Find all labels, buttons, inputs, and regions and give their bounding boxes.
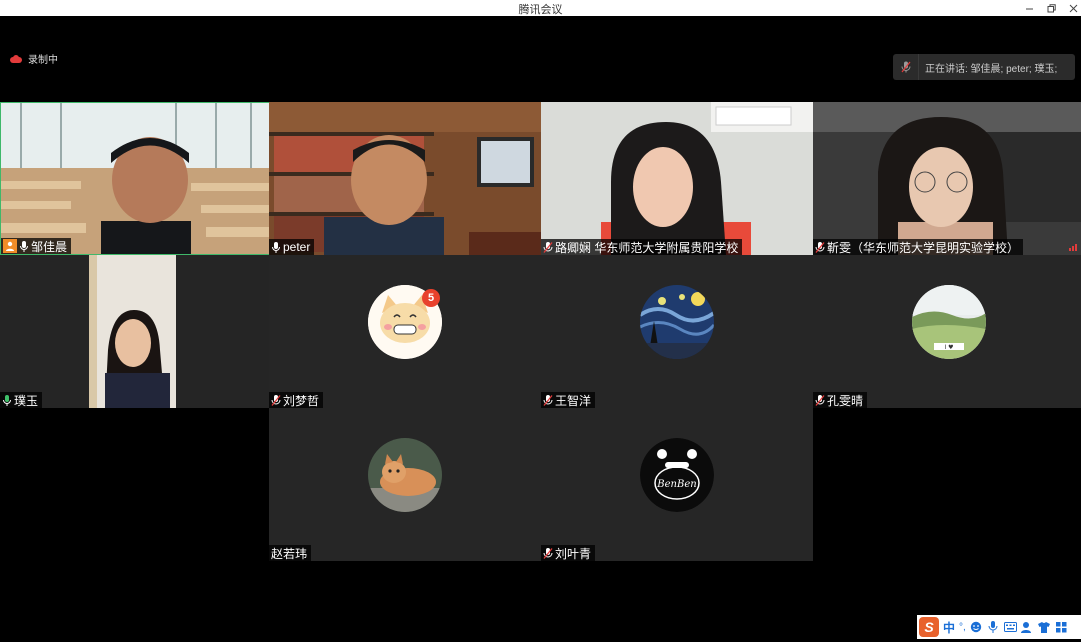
cat-photo-avatar (368, 438, 442, 512)
minimize-icon[interactable] (1018, 0, 1040, 16)
user-icon[interactable] (1021, 621, 1034, 633)
emoji-icon[interactable] (970, 621, 983, 633)
participant-name: 邹佳晨 (31, 239, 68, 254)
participant-nametag: 王智洋 (541, 392, 596, 408)
mic-muted-icon (815, 394, 825, 406)
shirt-icon[interactable] (1038, 621, 1051, 633)
avatar-tile[interactable]: 王智洋 (541, 255, 813, 408)
participant-nametag: 孔雯晴 (813, 392, 868, 408)
mic-icon (19, 240, 29, 252)
participant-name: 璞玉 (14, 393, 39, 408)
participant-name: 刘梦哲 (283, 393, 320, 408)
avatar-tile[interactable]: 赵若玮 (269, 408, 541, 561)
participant-name: 王智洋 (555, 393, 592, 408)
cloud-record-icon (10, 54, 22, 63)
mic-muted-icon (543, 241, 553, 253)
ime-punct[interactable]: °, (959, 622, 966, 633)
network-signal-icon (1069, 244, 1077, 251)
video-tile[interactable]: 邹佳晨 (0, 102, 272, 255)
participant-nametag: 刘梦哲 (269, 392, 324, 408)
ime-mode[interactable]: 中 (943, 619, 955, 636)
ime-toolbar[interactable]: S 中 °, (917, 615, 1081, 639)
participant-name: 靳雯（华东师范大学昆明实验学校） (827, 240, 1020, 255)
keyboard-icon[interactable] (1003, 622, 1017, 632)
video-feed-woman-2 (813, 102, 1081, 255)
video-tile[interactable]: 靳雯（华东师范大学昆明实验学校） (813, 102, 1081, 255)
title-bar: 腾讯会议 (0, 0, 1081, 16)
participant-nametag: 刘叶青 (541, 545, 596, 561)
participant-name: 赵若玮 (271, 546, 308, 561)
notification-badge: 5 (422, 289, 440, 307)
video-tile[interactable]: 路卿娴 华东师范大学附属贵阳学校 (541, 102, 813, 255)
video-tile[interactable]: 璞玉 (0, 255, 272, 408)
participant-name: peter (283, 240, 311, 254)
mic-muted-icon (543, 547, 553, 559)
avatar-tile[interactable]: 5 刘梦哲 (269, 255, 541, 408)
participant-name: 路卿娴 华东师范大学附属贵阳学校 (555, 240, 739, 255)
speaking-panel: 正在讲话: 邹佳晨; peter; 璞玉; (893, 54, 1075, 80)
video-feed-classroom (1, 103, 271, 254)
video-feed-bookshelf (269, 102, 541, 255)
avatar-tile[interactable]: I ♥ 孔雯晴 (813, 255, 1081, 408)
participant-name: 孔雯晴 (827, 393, 864, 408)
svg-text:I ♥: I ♥ (944, 344, 953, 351)
video-tile[interactable]: peter (269, 102, 541, 255)
video-feed-woman-3 (0, 255, 272, 408)
participant-nametag: 邹佳晨 (1, 238, 72, 254)
speaking-text: 正在讲话: 邹佳晨; peter; 璞玉; (925, 63, 1058, 75)
video-feed-woman-1 (541, 102, 813, 255)
participant-nametag: 璞玉 (0, 392, 43, 408)
recording-label: 录制中 (28, 55, 58, 66)
participant-nametag: 赵若玮 (269, 545, 312, 561)
sogou-logo-icon[interactable]: S (919, 617, 939, 637)
participant-nametag: 路卿娴 华东师范大学附属贵阳学校 (541, 239, 743, 255)
speaking-mic-icon (893, 54, 919, 80)
close-icon[interactable] (1062, 0, 1081, 16)
mic-icon (271, 241, 281, 253)
participant-nametag: peter (269, 239, 315, 255)
participant-name: 刘叶青 (555, 546, 592, 561)
mic-muted-icon (271, 394, 281, 406)
window-title: 腾讯会议 (518, 4, 563, 16)
mic-muted-icon (543, 394, 553, 406)
benben-text: BenBen (656, 479, 696, 490)
restore-icon[interactable] (1040, 0, 1062, 16)
benben-avatar: BenBen (640, 438, 714, 512)
starry-night-avatar (640, 285, 714, 359)
avatar-tile[interactable]: BenBen 刘叶青 (541, 408, 813, 561)
participant-nametag: 靳雯（华东师范大学昆明实验学校） (813, 239, 1024, 255)
landscape-avatar: I ♥ (912, 285, 986, 359)
mic-muted-icon (815, 241, 825, 253)
recording-indicator[interactable]: 录制中 (10, 51, 58, 66)
host-icon (3, 239, 17, 253)
voice-icon[interactable] (987, 621, 1000, 633)
grid-icon[interactable] (1055, 621, 1068, 633)
mic-speaking-icon (2, 394, 12, 406)
